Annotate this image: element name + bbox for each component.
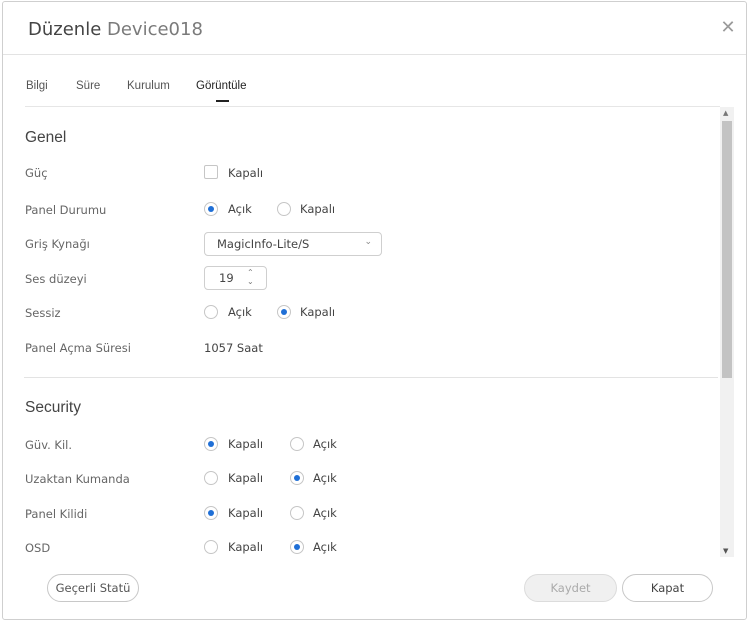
remote-control-radio-on[interactable] — [290, 471, 304, 485]
volume-label: Ses düzeyi — [25, 272, 87, 286]
power-option-label: Kapalı — [228, 166, 264, 180]
mute-off-label: Kapalı — [300, 305, 336, 319]
tab-bar: Bilgi Süre Kurulum Görüntüle — [25, 80, 720, 107]
power-label: Güç — [25, 166, 48, 180]
osd-on-label: Açık — [313, 540, 337, 554]
input-source-select[interactable]: MagicInfo-Lite/S ⌄ — [204, 232, 382, 256]
panel-lock-off-label: Kapalı — [228, 506, 264, 520]
save-button[interactable]: Kaydet — [524, 574, 617, 602]
safety-lock-radio-on[interactable] — [290, 437, 304, 451]
volume-value: 19 — [219, 271, 234, 285]
scrollbar-thumb[interactable] — [722, 121, 732, 378]
remote-control-label: Uzaktan Kumanda — [25, 472, 130, 486]
panel-lock-radio-off[interactable] — [204, 506, 218, 520]
power-checkbox[interactable] — [204, 165, 218, 179]
osd-radio-off[interactable] — [204, 540, 218, 554]
section-divider — [24, 377, 718, 378]
input-source-value: MagicInfo-Lite/S — [217, 237, 310, 251]
current-status-button[interactable]: Geçerli Statü — [47, 574, 139, 602]
panel-status-off-label: Kapalı — [300, 202, 336, 216]
mute-label: Sessiz — [25, 306, 61, 320]
osd-radio-on[interactable] — [290, 540, 304, 554]
panel-status-label: Panel Durumu — [25, 203, 107, 217]
panel-lock-radio-on[interactable] — [290, 506, 304, 520]
chevron-up-icon[interactable]: ⌃ — [247, 268, 254, 277]
active-tab-indicator — [216, 100, 229, 102]
scroll-down-arrow-icon[interactable]: ▼ — [723, 547, 728, 555]
panel-on-time-value: 1057 Saat — [204, 341, 263, 355]
safety-lock-off-label: Kapalı — [228, 437, 264, 451]
panel-lock-on-label: Açık — [313, 506, 337, 520]
panel-status-on-label: Açık — [228, 202, 252, 216]
remote-control-off-label: Kapalı — [228, 471, 264, 485]
volume-stepper[interactable]: 19 ⌃ ⌄ — [204, 266, 267, 290]
dialog-titlebar: Düzenle Device018 ✕ — [3, 2, 746, 55]
dialog-title: Düzenle — [28, 19, 102, 40]
close-icon[interactable]: ✕ — [718, 18, 738, 38]
close-button[interactable]: Kapat — [622, 574, 713, 602]
tab-info[interactable]: Bilgi — [26, 80, 48, 92]
settings-scroll-area[interactable]: Genel Güç Kapalı Panel Durumu Açık Kapal… — [14, 107, 734, 557]
osd-off-label: Kapalı — [228, 540, 264, 554]
remote-control-on-label: Açık — [313, 471, 337, 485]
panel-lock-label: Panel Kilidi — [25, 507, 88, 521]
remote-control-radio-off[interactable] — [204, 471, 218, 485]
vertical-scrollbar[interactable]: ▲ ▼ — [720, 107, 734, 557]
tab-time[interactable]: Süre — [76, 80, 100, 92]
osd-label: OSD — [25, 541, 51, 555]
mute-on-label: Açık — [228, 305, 252, 319]
section-title-general: Genel — [25, 129, 67, 146]
safety-lock-on-label: Açık — [313, 437, 337, 451]
input-source-label: Griş Kynağı — [25, 237, 90, 251]
panel-status-radio-on[interactable] — [204, 202, 218, 216]
chevron-down-icon[interactable]: ⌄ — [247, 277, 254, 286]
scroll-up-arrow-icon[interactable]: ▲ — [723, 109, 728, 117]
tab-setup[interactable]: Kurulum — [127, 80, 170, 92]
section-title-security: Security — [25, 399, 81, 416]
panel-on-time-label: Panel Açma Süresi — [25, 341, 131, 355]
mute-radio-off[interactable] — [277, 305, 291, 319]
device-name: Device018 — [107, 19, 203, 40]
chevron-down-icon: ⌄ — [364, 237, 372, 247]
safety-lock-label: Güv. Kil. — [25, 438, 73, 452]
panel-status-radio-off[interactable] — [277, 202, 291, 216]
safety-lock-radio-off[interactable] — [204, 437, 218, 451]
tab-display[interactable]: Görüntüle — [196, 80, 247, 92]
mute-radio-on[interactable] — [204, 305, 218, 319]
